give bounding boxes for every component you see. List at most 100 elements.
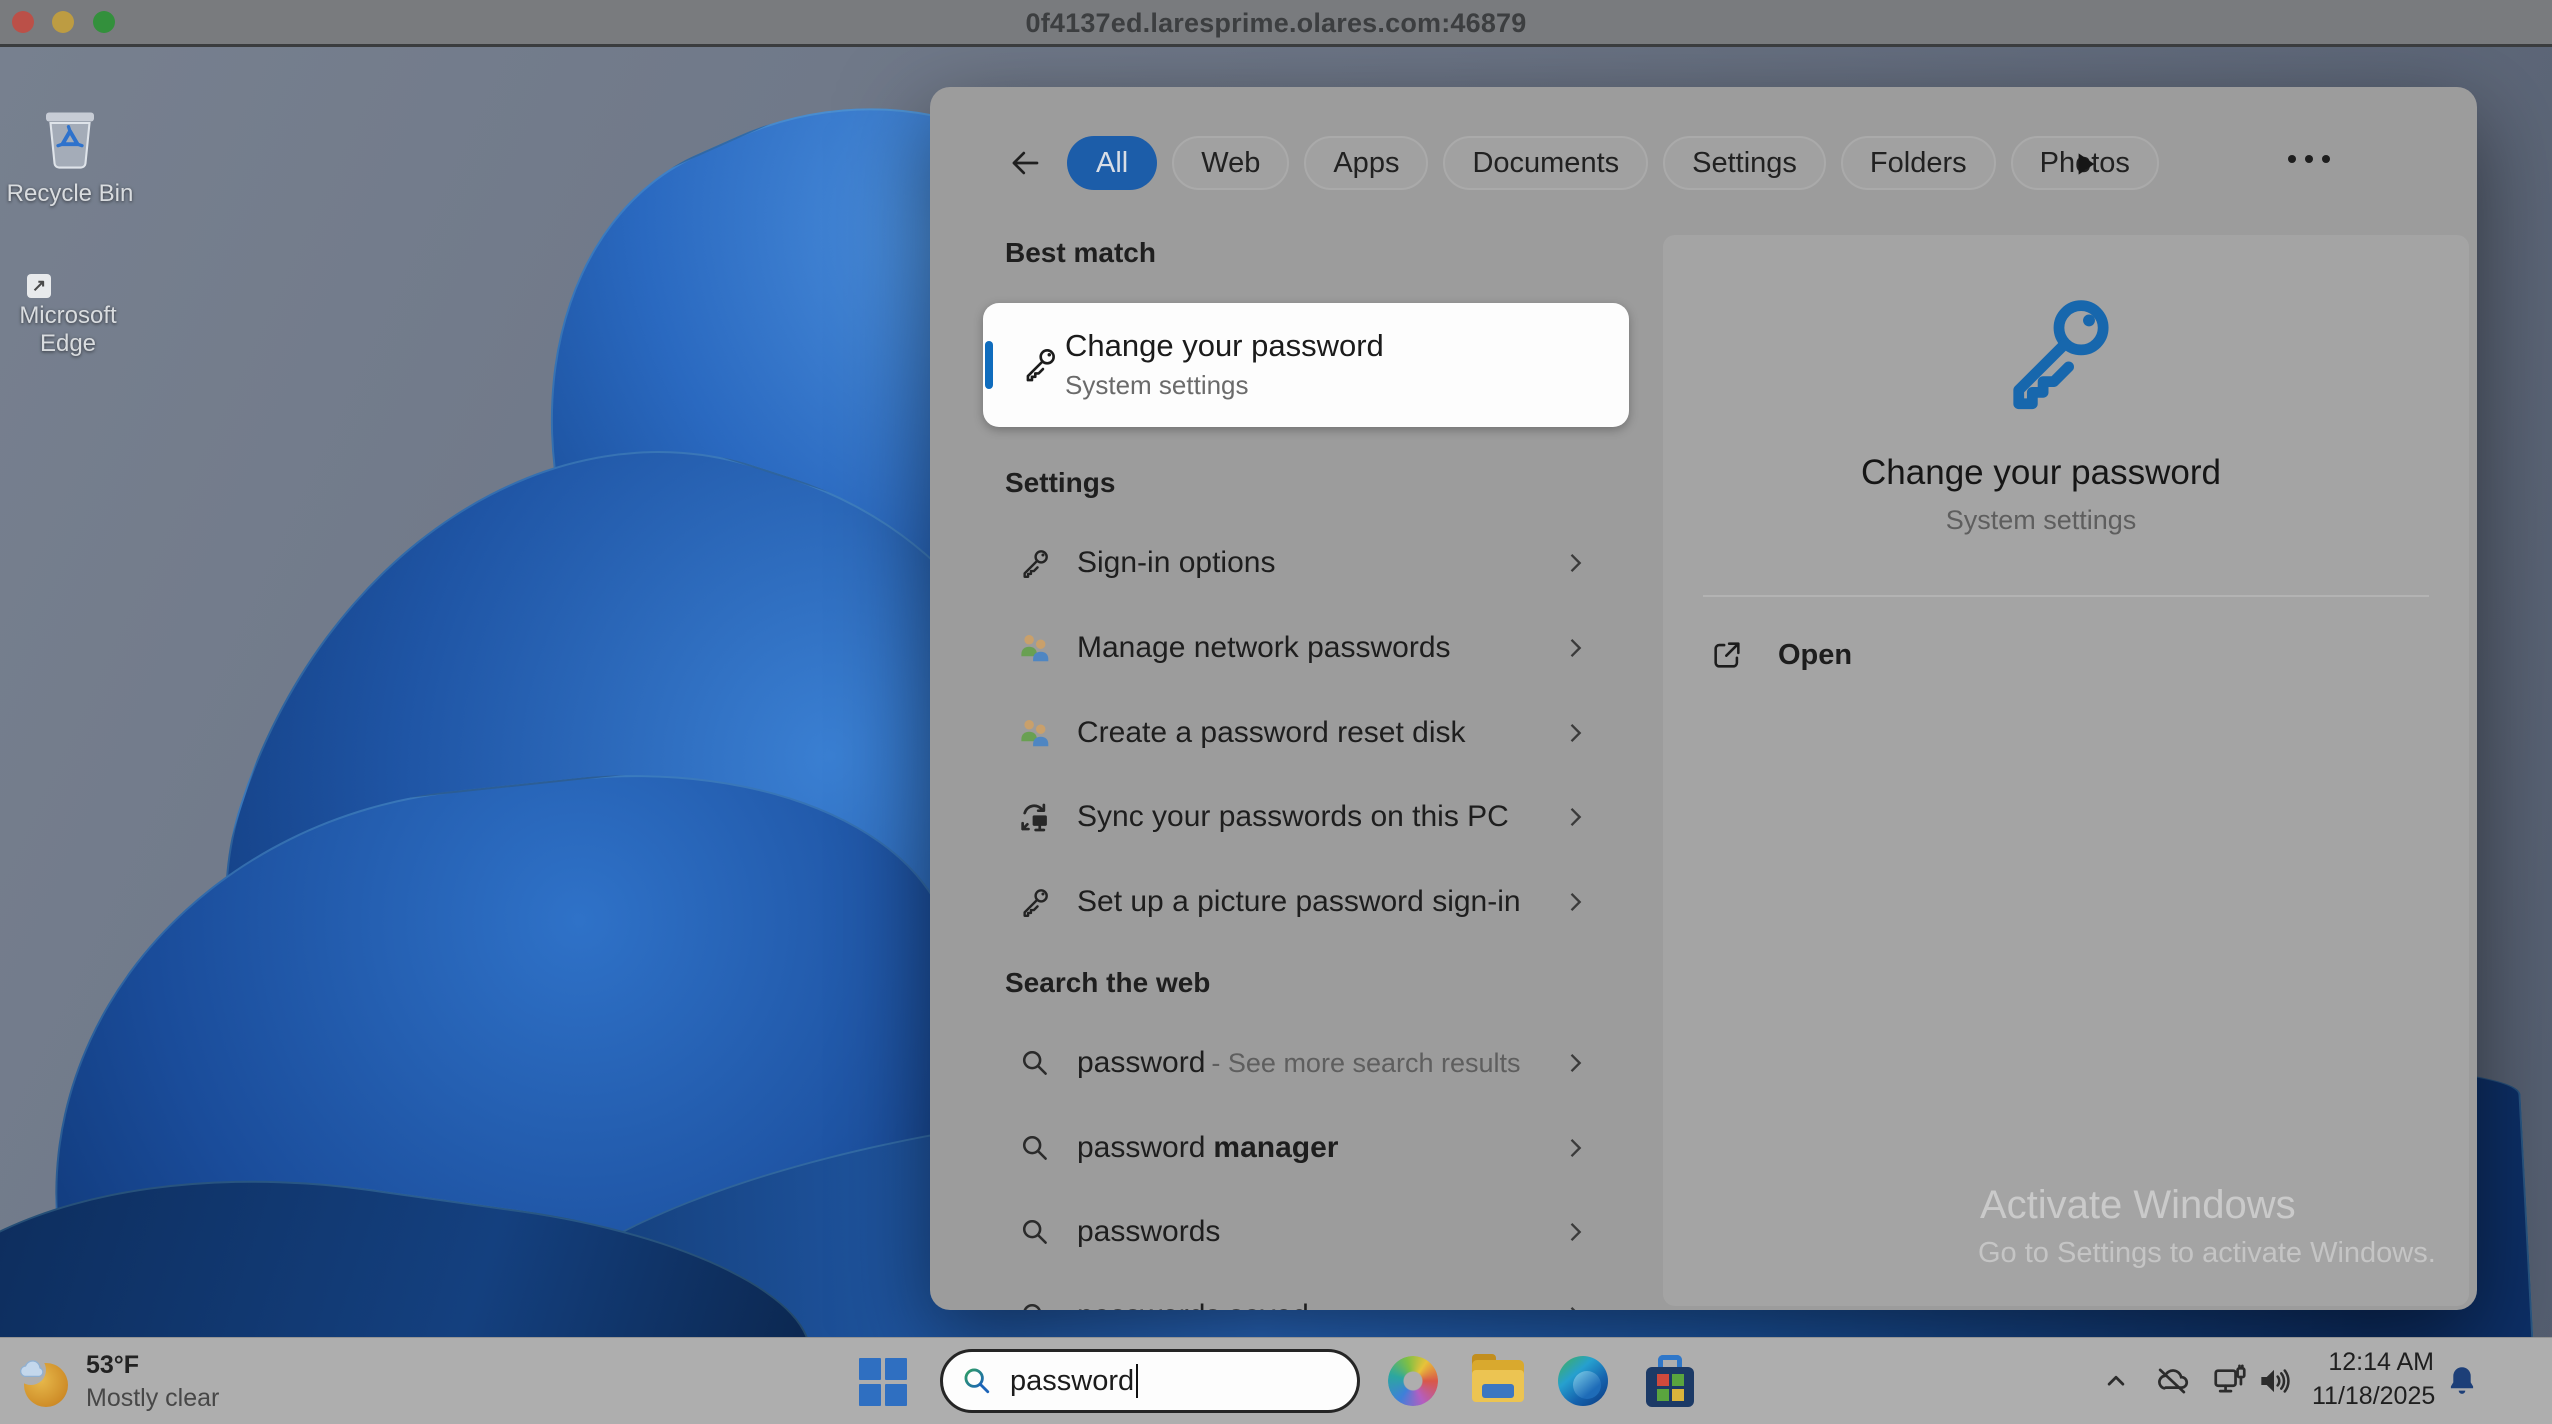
tab-folders[interactable]: Folders xyxy=(1841,136,1996,190)
chevron-right-icon xyxy=(1561,1302,1589,1310)
taskbar: 53°F Mostly clear password xyxy=(0,1337,2552,1424)
speaker-icon xyxy=(2255,1362,2293,1400)
text-cursor xyxy=(1136,1364,1138,1398)
clock-time: 12:14 AM xyxy=(2312,1348,2434,1377)
back-button[interactable] xyxy=(1006,145,1044,181)
result-sync-passwords[interactable]: Sync your passwords on this PC xyxy=(985,782,1635,852)
recycle-bin-icon xyxy=(5,102,135,174)
taskbar-clock[interactable]: 12:14 AM 11/18/2025 xyxy=(2312,1348,2434,1411)
best-match-subtitle: System settings xyxy=(1065,370,1249,401)
tab-documents[interactable]: Documents xyxy=(1443,136,1648,190)
web-query: password xyxy=(1077,1046,1205,1080)
chevron-right-icon xyxy=(1561,719,1589,747)
titlebar-divider xyxy=(0,44,2552,47)
tab-web[interactable]: Web xyxy=(1172,136,1289,190)
result-manage-network-passwords[interactable]: Manage network passwords xyxy=(985,613,1635,683)
chevron-right-icon xyxy=(1561,1134,1589,1162)
activate-windows-watermark-sub: Go to Settings to activate Windows. xyxy=(1978,1237,2436,1270)
shortcut-arrow-icon: ↗ xyxy=(27,274,51,298)
taskbar-copilot-button[interactable] xyxy=(1386,1354,1440,1408)
chevron-right-icon xyxy=(1561,888,1589,916)
microsoft-store-icon xyxy=(1646,1355,1694,1407)
search-icon xyxy=(1015,1299,1055,1310)
ellipsis-icon xyxy=(2305,155,2313,163)
web-query-bold: manager xyxy=(1213,1131,1338,1165)
external-link-icon xyxy=(1710,638,1744,672)
preview-title: Change your password xyxy=(1663,453,2419,493)
search-input-value: password xyxy=(1010,1365,1134,1398)
web-query-suffix: - See more search results xyxy=(1211,1048,1520,1079)
key-icon xyxy=(1019,343,1061,385)
chevron-right-icon xyxy=(1561,803,1589,831)
key-icon xyxy=(1015,884,1055,920)
taskbar-store-button[interactable] xyxy=(1643,1354,1697,1408)
remote-session-title: 0f4137ed.laresprime.olares.com:46879 xyxy=(0,8,2552,39)
web-query: password xyxy=(1077,1131,1205,1165)
web-result-password-manager[interactable]: password manager xyxy=(985,1113,1635,1183)
open-label: Open xyxy=(1778,639,1852,672)
best-match-header: Best match xyxy=(1005,237,1156,269)
start-button[interactable] xyxy=(858,1357,908,1407)
desktop-icon-label: Microsoft Edge xyxy=(3,302,133,357)
copilot-icon xyxy=(1388,1356,1438,1406)
notification-bell-button[interactable] xyxy=(2440,1360,2484,1402)
search-icon xyxy=(1015,1215,1055,1249)
chevron-right-icon xyxy=(1561,549,1589,577)
tray-onedrive-button[interactable] xyxy=(2148,1360,2196,1402)
result-label: Sync your passwords on this PC xyxy=(1077,800,1509,834)
sync-icon xyxy=(1015,798,1055,836)
weather-condition: Mostly clear xyxy=(86,1384,219,1413)
result-label: Sign-in options xyxy=(1077,546,1275,580)
open-action[interactable]: Open xyxy=(1710,627,2110,683)
more-tabs-button[interactable] xyxy=(2068,147,2102,181)
web-query: passwords saved xyxy=(1077,1299,1309,1310)
weather-widget[interactable]: 53°F Mostly clear xyxy=(14,1338,274,1424)
result-preview-panel: Change your password System settings Ope… xyxy=(1663,235,2469,1306)
desktop-icon-recycle-bin[interactable]: Recycle Bin xyxy=(5,102,135,208)
result-sign-in-options[interactable]: Sign-in options xyxy=(985,528,1635,598)
file-explorer-icon xyxy=(1472,1360,1524,1402)
chevron-up-icon xyxy=(2101,1366,2131,1396)
key-icon xyxy=(1015,545,1055,581)
web-result-passwords-saved[interactable]: passwords saved xyxy=(985,1281,1635,1310)
play-arrow-icon xyxy=(2068,147,2102,181)
bell-icon xyxy=(2444,1363,2480,1399)
search-filter-tabs: All Web Apps Documents Settings Folders … xyxy=(930,135,2477,191)
tab-settings[interactable]: Settings xyxy=(1663,136,1826,190)
users-icon xyxy=(1015,629,1055,667)
result-picture-password[interactable]: Set up a picture password sign-in xyxy=(985,867,1635,937)
web-result-see-more[interactable]: password - See more search results xyxy=(985,1028,1635,1098)
web-result-passwords[interactable]: passwords xyxy=(985,1197,1635,1267)
cloud-offline-icon xyxy=(2153,1362,2191,1400)
windows-logo-icon xyxy=(885,1358,907,1380)
users-icon xyxy=(1015,714,1055,752)
activate-windows-watermark: Activate Windows xyxy=(1980,1183,2296,1228)
tray-volume-button[interactable] xyxy=(2250,1360,2298,1402)
windows-logo-icon xyxy=(885,1384,907,1406)
search-icon xyxy=(1015,1046,1055,1080)
web-section-header: Search the web xyxy=(1005,967,1210,999)
screen: 0f4137ed.laresprime.olares.com:46879 Rec… xyxy=(0,0,2552,1424)
result-label: Create a password reset disk xyxy=(1077,716,1466,750)
search-icon xyxy=(960,1364,994,1398)
taskbar-file-explorer-button[interactable] xyxy=(1471,1354,1525,1408)
preview-divider xyxy=(1703,595,2429,597)
windows-logo-icon xyxy=(859,1384,881,1406)
result-create-password-reset-disk[interactable]: Create a password reset disk xyxy=(985,698,1635,768)
preview-subtitle: System settings xyxy=(1663,505,2419,536)
tab-apps[interactable]: Apps xyxy=(1304,136,1428,190)
network-ethernet-icon xyxy=(2211,1362,2249,1400)
best-match-title: Change your password xyxy=(1065,328,1384,364)
search-flyout-window: All Web Apps Documents Settings Folders … xyxy=(930,87,2477,1310)
desktop-icon-microsoft-edge[interactable]: ↗ Microsoft Edge xyxy=(3,296,133,357)
best-match-result[interactable]: Change your password System settings xyxy=(983,303,1629,427)
tray-show-hidden-icons-button[interactable] xyxy=(2098,1360,2134,1402)
search-options-button[interactable] xyxy=(2288,155,2330,163)
remote-titlebar: 0f4137ed.laresprime.olares.com:46879 xyxy=(0,0,2552,44)
selection-accent-bar xyxy=(985,341,993,389)
tab-all[interactable]: All xyxy=(1067,136,1157,190)
taskbar-edge-button[interactable] xyxy=(1556,1354,1610,1408)
tray-network-button[interactable] xyxy=(2206,1360,2254,1402)
taskbar-search-input[interactable]: password xyxy=(940,1349,1360,1413)
weather-temperature: 53°F xyxy=(86,1351,219,1380)
